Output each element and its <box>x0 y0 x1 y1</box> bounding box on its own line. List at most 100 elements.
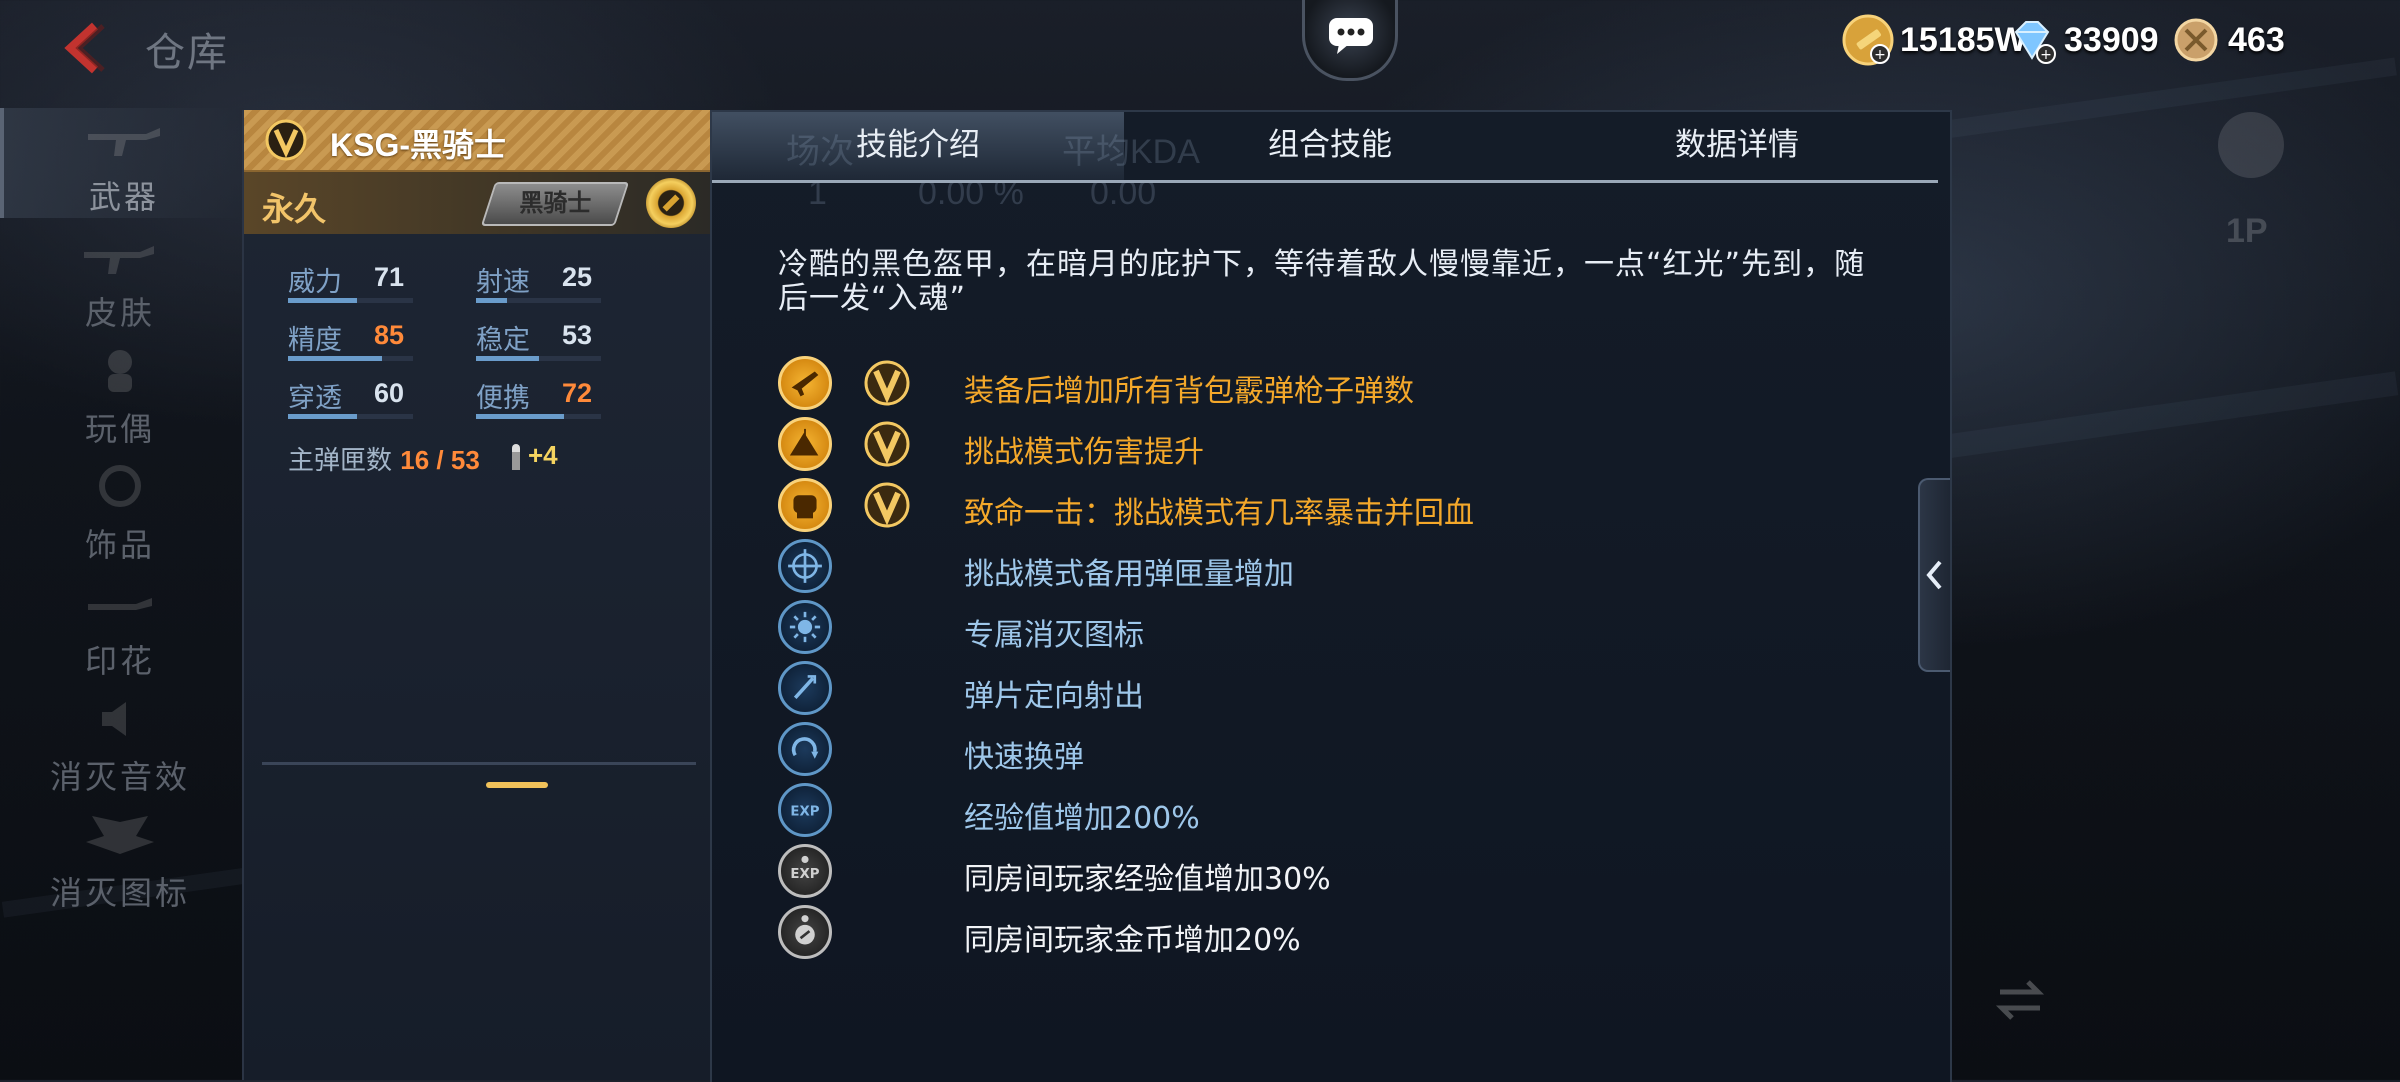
skill-text: 挑战模式备用弹匣量增加 <box>964 557 1294 592</box>
item-name: KSG-黑骑士 <box>330 127 507 163</box>
reload-icon <box>778 722 832 776</box>
crosshair-icon <box>778 539 832 593</box>
page-title: 仓库 <box>145 30 229 76</box>
stat-value: 85 <box>374 320 405 350</box>
stat-value: 25 <box>562 262 593 292</box>
svg-text:EXP: EXP <box>790 804 819 819</box>
stat-bar-fill <box>476 356 539 361</box>
skill-text: 装备后增加所有背包霰弹枪子弹数 <box>964 374 1414 409</box>
item-tag: 黑骑士 <box>480 182 630 226</box>
sidebar-item-label: 印花 <box>84 642 155 680</box>
sound-icon <box>102 702 126 736</box>
sticker-icon <box>88 598 152 610</box>
stat-label: 射速 <box>476 267 530 298</box>
sidebar-item-label: 消灭图标 <box>49 874 190 912</box>
skin-gun-icon <box>84 246 154 274</box>
sidebar-item-doll[interactable]: 玩偶 <box>0 340 240 450</box>
v-rank-icon <box>265 119 307 161</box>
fragment-icon <box>778 661 832 715</box>
bullet-icon <box>512 444 520 470</box>
stat-bar-fill <box>288 298 357 303</box>
stat-label: 精度 <box>288 325 342 356</box>
stat-bar <box>476 356 601 361</box>
stat-bar <box>288 356 413 361</box>
weapon-description: 冷酷的黑色盔甲，在暗月的庇护下，等待着敌人慢慢靠近，一点“红光”先到，随后一发“… <box>778 247 1866 316</box>
skill-text: 致命一击：挑战模式有几率暴击并回血 <box>964 496 1474 531</box>
stat-stability: 稳定 53 <box>476 318 626 368</box>
view-toggle-label[interactable]: 1P <box>2226 212 2268 251</box>
skill-text: 专属消灭图标 <box>964 618 1144 653</box>
stat-bar <box>288 298 413 303</box>
gold-coin-icon: + <box>1842 14 1894 66</box>
skill-text: 挑战模式伤害提升 <box>964 435 1204 470</box>
page-indicator <box>486 782 548 788</box>
category-sidebar: 武器 皮肤 玩偶 饰品 印花 消灭音效 消灭图标 <box>0 108 244 1080</box>
wings-icon <box>86 816 154 854</box>
sidebar-item-label: 武器 <box>88 178 159 216</box>
stat-fire-rate: 射速 25 <box>476 260 626 310</box>
v-rank-icon <box>864 482 910 528</box>
exp-icon: EXP <box>778 783 832 837</box>
back-button[interactable] <box>55 18 115 78</box>
skill-text: 同房间玩家经验值增加30% <box>964 862 1331 897</box>
item-panel: KSG-黑骑士 永久 黑骑士 威力 71 射速 25 精度 85 稳定 53 穿… <box>242 110 712 1080</box>
skill-text: 经验值增加200% <box>964 801 1200 836</box>
tab-data-details[interactable]: 数据详情 <box>1536 112 1938 180</box>
stat-bar-fill <box>476 298 508 303</box>
stat-value: 72 <box>562 378 593 408</box>
tab-combo-skill[interactable]: 组合技能 <box>1124 112 1536 180</box>
chevron-left-icon <box>1926 560 1942 590</box>
mountain-flag-icon <box>778 417 832 471</box>
stat-label: 便携 <box>476 383 530 414</box>
medal-amount: 463 <box>2228 20 2285 59</box>
chat-button[interactable] <box>1302 0 1398 81</box>
settings-icon[interactable] <box>2218 112 2284 178</box>
coin-group-icon <box>778 905 832 959</box>
ammo-label: 主弹匣数 <box>288 446 393 476</box>
stat-accuracy: 精度 85 <box>288 318 438 368</box>
sidebar-item-sticker[interactable]: 印花 <box>0 572 240 682</box>
sidebar-item-skin[interactable]: 皮肤 <box>0 224 240 334</box>
collapse-panel-button[interactable] <box>1918 478 1950 672</box>
sidebar-item-label: 饰品 <box>84 526 155 564</box>
stat-portability: 便携 72 <box>476 376 626 426</box>
chat-bubble-icon <box>1329 18 1373 54</box>
sidebar-item-kill-sound[interactable]: 消灭音效 <box>0 688 240 798</box>
stat-value: 53 <box>562 320 593 350</box>
stat-bar <box>476 414 601 419</box>
exp-group-icon: EXP <box>778 844 832 898</box>
doll-icon <box>108 350 132 392</box>
medal-icon[interactable] <box>646 178 696 228</box>
currency-gold[interactable]: + 15185W <box>1842 12 2027 68</box>
chevron-left-icon <box>64 22 105 74</box>
skill-text: 同房间玩家金币增加20% <box>964 923 1301 958</box>
item-header: KSG-黑骑士 <box>244 110 712 172</box>
sidebar-item-kill-icon[interactable]: 消灭图标 <box>0 804 240 914</box>
sidebar-item-label: 消灭音效 <box>49 758 190 796</box>
sidebar-item-label: 皮肤 <box>84 294 155 332</box>
sidebar-item-accessory[interactable]: 饰品 <box>0 456 240 566</box>
svg-text:+: + <box>1874 47 1886 63</box>
detail-panel: 场次 平均KDA 1 0.00 % 0.00 技能介绍 组合技能 数据详情 冷酷… <box>710 110 1952 1082</box>
tab-skill-intro[interactable]: 技能介绍 <box>712 112 1124 180</box>
tab-bar: 技能介绍 组合技能 数据详情 <box>712 112 1938 183</box>
v-rank-icon <box>864 360 910 406</box>
stat-bar-fill <box>288 414 357 419</box>
sidebar-item-weapon[interactable]: 武器 <box>0 108 244 218</box>
ammo-value: 16 / 53 <box>400 445 480 475</box>
item-duration: 永久 <box>262 190 327 228</box>
currency-diamond[interactable]: + 33909 <box>2006 12 2159 68</box>
stat-value: 71 <box>374 262 405 292</box>
stat-bar-fill <box>288 356 382 361</box>
item-tag-label: 黑骑士 <box>519 189 592 217</box>
stat-bar-fill <box>476 414 564 419</box>
stat-label: 威力 <box>288 267 342 298</box>
swap-icon[interactable] <box>1990 970 2050 1030</box>
stat-penetration: 穿透 60 <box>288 376 438 426</box>
rifle-icon <box>88 128 160 156</box>
v-rank-icon <box>864 421 910 467</box>
stat-power: 威力 71 <box>288 260 438 310</box>
ammo-bonus: +4 <box>528 440 558 470</box>
currency-medal[interactable]: 463 <box>2170 12 2285 68</box>
diamond-icon: + <box>2014 21 2056 64</box>
